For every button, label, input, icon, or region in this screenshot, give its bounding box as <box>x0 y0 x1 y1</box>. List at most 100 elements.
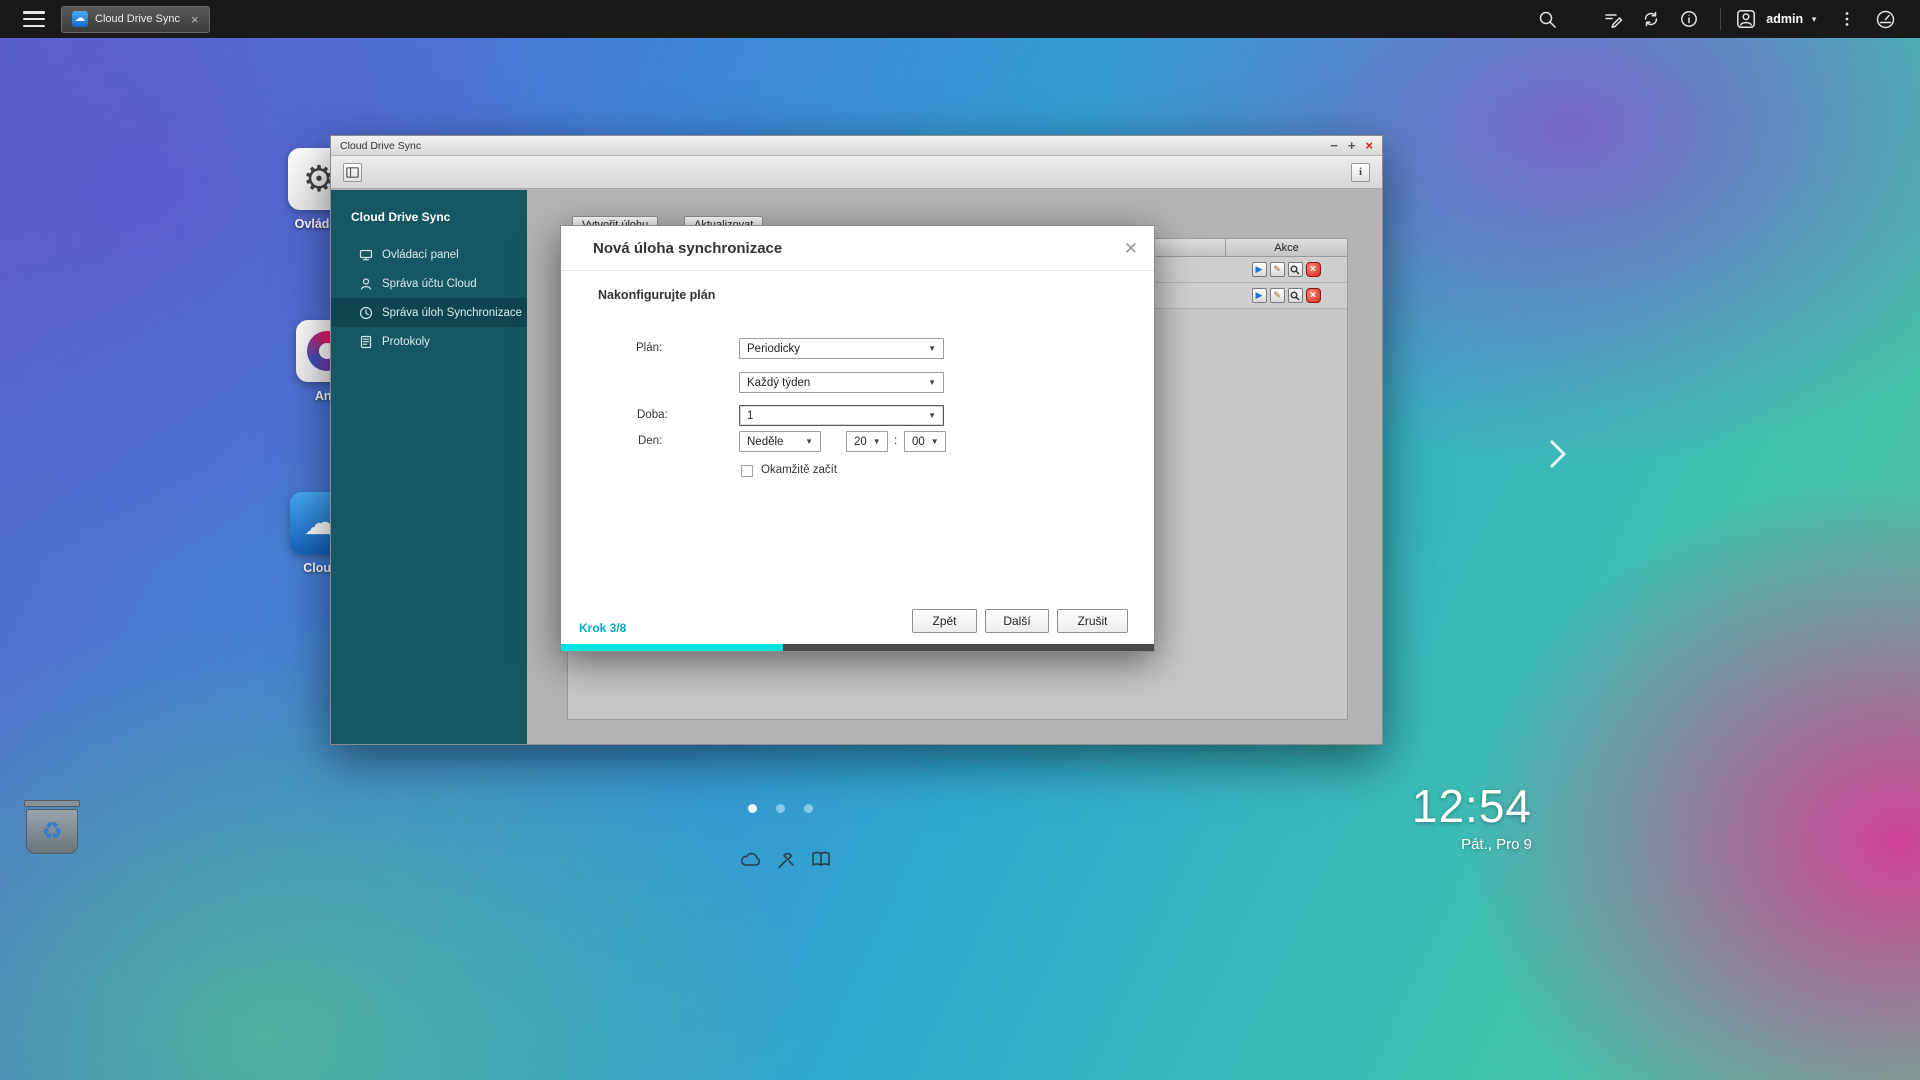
recycle-bin-body: ♻ <box>26 809 78 854</box>
start-immediately-label: Okamžitě začít <box>761 464 837 476</box>
edit-task-icon[interactable]: ✎ <box>1270 262 1285 277</box>
sidebar-item-label: Protokoly <box>382 336 430 348</box>
tab-close-icon[interactable]: × <box>191 12 199 27</box>
cancel-button[interactable]: Zrušit <box>1057 609 1128 633</box>
tutorial-book-icon[interactable] <box>808 847 834 873</box>
page-dot-1[interactable] <box>748 804 757 813</box>
minute-select-value: 00 <box>912 436 925 448</box>
desktop-clock: 12:54 Pát., Pro 9 <box>1412 779 1532 853</box>
minute-select[interactable]: 00 ▼ <box>904 431 946 452</box>
wizard-step-indicator: Krok 3/8 <box>579 621 626 635</box>
minimize-icon[interactable]: − <box>1330 139 1338 152</box>
page-dot-3[interactable] <box>804 804 813 813</box>
chevron-down-icon: ▼ <box>925 437 939 446</box>
user-name: admin <box>1766 12 1803 26</box>
den-select-value: Neděle <box>747 436 783 448</box>
clock-icon <box>359 306 373 320</box>
edit-task-icon[interactable]: ✎ <box>1270 288 1285 303</box>
delete-task-icon[interactable]: × <box>1306 288 1321 303</box>
sidebar-item-label: Ovládací panel <box>382 249 459 261</box>
doba-label: Doba: <box>637 409 668 421</box>
dialog-close-icon[interactable]: ✕ <box>1124 240 1138 257</box>
topbar: ☁ Cloud Drive Sync × admin <box>0 0 1920 38</box>
close-icon[interactable]: × <box>1365 139 1373 152</box>
dialog-title: Nová úloha synchronizace <box>593 240 782 257</box>
start-task-icon[interactable]: ▶ <box>1252 262 1267 277</box>
background-tasks-icon[interactable] <box>1594 0 1632 38</box>
chevron-down-icon: ▼ <box>799 437 813 446</box>
den-select[interactable]: Neděle ▼ <box>739 431 821 452</box>
topbar-right: admin ▼ <box>1528 0 1920 38</box>
recycle-bin[interactable]: ♻ <box>26 800 78 854</box>
page-dot-2[interactable] <box>776 804 785 813</box>
document-icon <box>359 335 373 349</box>
clock-time: 12:54 <box>1412 779 1532 833</box>
info-icon[interactable] <box>1670 0 1708 38</box>
next-page-chevron-icon[interactable] <box>1538 440 1566 468</box>
table-cell-actions: ▶ ✎ × <box>1225 283 1347 308</box>
den-label: Den: <box>638 435 662 447</box>
desktop: ☁ Cloud Drive Sync × admin <box>0 0 1920 1080</box>
help-info-button[interactable]: i <box>1351 163 1370 182</box>
recycle-bin-lid <box>24 800 80 807</box>
sync-status-icon[interactable] <box>1632 0 1670 38</box>
myqnapcloud-icon[interactable] <box>738 847 764 873</box>
user-icon <box>359 277 373 291</box>
tab-cloud-drive-sync[interactable]: ☁ Cloud Drive Sync × <box>61 6 210 33</box>
user-icon <box>1733 0 1759 38</box>
delete-task-icon[interactable]: × <box>1306 262 1321 277</box>
sidebar-item-overview[interactable]: Ovládací panel <box>331 240 527 269</box>
start-immediately-checkbox[interactable] <box>741 465 753 477</box>
table-cell-actions: ▶ ✎ × <box>1225 257 1347 282</box>
chevron-down-icon: ▼ <box>922 344 936 353</box>
resource-monitor-icon[interactable] <box>1866 0 1904 38</box>
hour-select-value: 20 <box>854 436 867 448</box>
doba-select[interactable]: 1 ▼ <box>739 405 944 426</box>
user-caret-icon: ▼ <box>1810 15 1818 24</box>
plan-label: Plán: <box>636 342 662 354</box>
more-options-icon[interactable] <box>1828 0 1866 38</box>
window-title: Cloud Drive Sync <box>340 140 421 152</box>
chevron-down-icon: ▼ <box>922 411 936 420</box>
clock-date: Pát., Pro 9 <box>1412 836 1532 853</box>
plan-select-value: Periodicky <box>747 343 800 355</box>
start-task-icon[interactable]: ▶ <box>1252 288 1267 303</box>
sidebar-header: Cloud Drive Sync <box>331 190 527 240</box>
hour-select[interactable]: 20 ▼ <box>846 431 888 452</box>
main-menu-icon[interactable] <box>23 11 45 27</box>
desktop-shortcut-bar <box>738 847 834 873</box>
view-task-icon[interactable] <box>1288 288 1303 303</box>
search-icon[interactable] <box>1528 0 1566 38</box>
cloud-drive-sync-tab-icon: ☁ <box>72 11 88 27</box>
sidebar-item-sync-tasks[interactable]: Správa úloh Synchronizace <box>331 298 527 327</box>
sidebar-item-cloud-account[interactable]: Správa účtu Cloud <box>331 269 527 298</box>
recycle-icon: ♻ <box>41 817 63 846</box>
sidebar-item-label: Správa účtu Cloud <box>382 278 477 290</box>
toggle-sidebar-button[interactable] <box>343 163 362 182</box>
dialog-heading: Nakonfigurujte plán <box>598 288 715 302</box>
view-task-icon[interactable] <box>1288 262 1303 277</box>
plan-select[interactable]: Periodicky ▼ <box>739 338 944 359</box>
chevron-down-icon: ▼ <box>922 378 936 387</box>
new-sync-task-dialog: Nová úloha synchronizace ✕ Nakonfigurujt… <box>560 225 1155 652</box>
desktop-page-dots <box>748 804 813 813</box>
maximize-icon[interactable]: + <box>1348 139 1356 152</box>
table-header-actions: Akce <box>1225 239 1347 256</box>
tab-label: Cloud Drive Sync <box>95 13 180 25</box>
window-toolbar: i <box>331 156 1382 189</box>
chevron-down-icon: ▼ <box>867 437 881 446</box>
topbar-divider <box>1720 8 1721 30</box>
next-button[interactable]: Další <box>985 609 1049 633</box>
monitor-icon <box>359 248 373 262</box>
plan-frequency-select[interactable]: Každý týden ▼ <box>739 372 944 393</box>
sidebar-item-logs[interactable]: Protokoly <box>331 327 527 356</box>
back-button[interactable]: Zpět <box>912 609 977 633</box>
utilities-icon[interactable] <box>773 847 799 873</box>
user-menu[interactable]: admin ▼ <box>1733 0 1818 38</box>
window-titlebar[interactable]: Cloud Drive Sync − + × <box>331 136 1382 156</box>
time-separator: : <box>894 435 897 447</box>
plan-frequency-value: Každý týden <box>747 377 810 389</box>
wizard-progress-fill <box>561 644 783 651</box>
dialog-header: Nová úloha synchronizace ✕ <box>561 226 1154 271</box>
window-sidebar: Cloud Drive Sync Ovládací panel Správa ú… <box>331 190 527 744</box>
